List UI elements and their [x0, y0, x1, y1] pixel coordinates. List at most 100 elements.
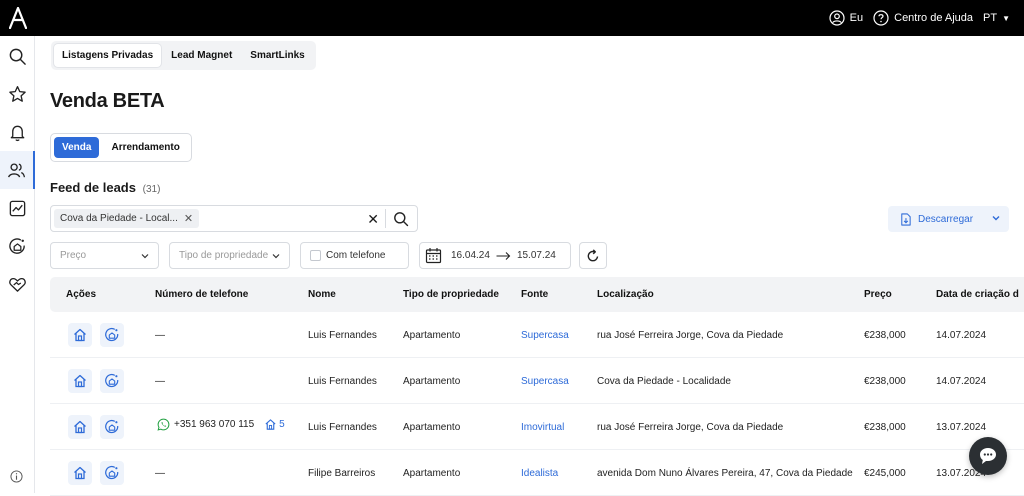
home-icon — [74, 466, 86, 480]
source-link[interactable]: Supercasa — [521, 376, 569, 387]
table-body: — Luis Fernandes Apartamento Supercasa rua J… — [50, 312, 1024, 496]
source-link[interactable]: Imovirtual — [521, 422, 564, 433]
help-center-link[interactable]: Centro de Ajuda — [873, 10, 973, 26]
heart-hands-icon — [9, 277, 26, 292]
location: rua José Ferreira Jorge, Cova da Piedade — [597, 330, 784, 341]
source-link[interactable]: Idealista — [521, 468, 558, 479]
property-type-label: Tipo de propriedade — [179, 250, 269, 261]
phone-number: — — [155, 376, 165, 387]
view-property-button[interactable] — [68, 415, 92, 439]
refresh-icon — [587, 248, 599, 261]
user-circle-icon — [829, 10, 845, 26]
top-bar: Eu Centro de Ajuda PT ▼ — [0, 0, 1024, 36]
tab-private-listings[interactable]: Listagens Privadas — [54, 44, 162, 67]
top-tabs: Listagens Privadas Lead Magnet SmartLink… — [51, 41, 316, 70]
calendar-icon — [425, 248, 442, 264]
location: avenida Dom Nuno Álvares Pereira, 47, Co… — [597, 468, 853, 479]
sidebar-item-leads[interactable] — [0, 151, 35, 189]
feed-title: Feed de leads (31) — [50, 180, 160, 195]
phone-cell: +351 963 070 115 5 — [157, 418, 285, 431]
language-label: PT — [983, 12, 998, 24]
match-properties-button[interactable] — [100, 461, 124, 485]
property-type: Apartamento — [403, 376, 461, 387]
sidebar-item-partners[interactable] — [0, 265, 35, 303]
col-phone: Número de telefone — [155, 289, 249, 300]
price-filter-label: Preço — [60, 250, 87, 261]
property-count: 5 — [279, 419, 285, 430]
info-icon[interactable] — [10, 470, 23, 483]
created-date: 13.07.2024 — [936, 422, 987, 433]
view-property-button[interactable] — [68, 461, 92, 485]
table-row[interactable]: — Filipe Barreiros Apartamento Idealista ave… — [50, 450, 1024, 496]
table-header: Ações Número de telefone Nome Tipo de pr… — [50, 277, 1024, 312]
search-icon — [9, 48, 26, 65]
date-to: 15.07.24 — [516, 250, 556, 261]
language-selector[interactable]: PT ▼ — [983, 12, 1010, 24]
help-circle-icon — [873, 10, 889, 26]
home-icon — [74, 328, 86, 342]
chart-icon — [9, 200, 26, 216]
tab-rent[interactable]: Arrendamento — [103, 137, 187, 158]
search-icon[interactable] — [393, 211, 409, 227]
view-property-button[interactable] — [68, 369, 92, 393]
main-content: Listagens Privadas Lead Magnet SmartLink… — [35, 36, 1024, 496]
tab-lead-magnet[interactable]: Lead Magnet — [163, 44, 240, 67]
mode-tabs: Venda Arrendamento — [50, 133, 192, 162]
property-type-filter[interactable]: Tipo de propriedade — [169, 242, 290, 269]
sidebar-item-search[interactable] — [0, 37, 35, 75]
property-type: Apartamento — [403, 330, 461, 341]
property-type: Apartamento — [403, 468, 461, 479]
property-count-link[interactable]: 5 — [264, 418, 285, 431]
match-properties-button[interactable] — [100, 323, 124, 347]
tab-sale[interactable]: Venda — [54, 137, 100, 158]
home-sync-icon — [105, 328, 119, 342]
search-divider — [385, 209, 386, 228]
sidebar-item-properties[interactable] — [0, 227, 35, 265]
table-row[interactable]: +351 963 070 115 5 Luis Fernandes Apartamen… — [50, 404, 1024, 450]
clear-search-icon[interactable]: ✕ — [367, 211, 379, 228]
price: €245,000 — [864, 468, 906, 479]
home-icon — [74, 420, 86, 434]
with-phone-filter[interactable]: Com telefone — [300, 242, 409, 269]
col-location: Localização — [597, 289, 654, 300]
lead-name: Luis Fernandes — [308, 330, 377, 341]
chevron-down-icon — [141, 254, 149, 259]
price: €238,000 — [864, 422, 906, 433]
view-property-button[interactable] — [68, 323, 92, 347]
help-label: Centro de Ajuda — [894, 12, 974, 24]
match-properties-button[interactable] — [100, 415, 124, 439]
table-row[interactable]: — Luis Fernandes Apartamento Supercasa rua J… — [50, 312, 1024, 358]
sidebar-item-analytics[interactable] — [0, 189, 35, 227]
home-icon — [265, 419, 276, 430]
lead-name: Luis Fernandes — [308, 376, 377, 387]
with-phone-checkbox[interactable] — [310, 250, 321, 261]
sidebar-item-favorites[interactable] — [0, 75, 35, 113]
chat-button[interactable] — [969, 437, 1007, 475]
phone-number: — — [155, 468, 165, 479]
location-search-input[interactable]: Cova da Piedade - Local... ✕ ✕ — [50, 205, 418, 232]
phone-number[interactable]: +351 963 070 115 — [174, 419, 254, 430]
chat-bubble-icon — [980, 448, 996, 464]
logo-icon[interactable] — [9, 7, 27, 29]
sidebar-item-notifications[interactable] — [0, 113, 35, 151]
download-label: Descarregar — [918, 213, 974, 225]
col-price: Preço — [864, 289, 892, 300]
chip-close-icon[interactable]: ✕ — [184, 212, 193, 225]
table-row[interactable]: — Luis Fernandes Apartamento Supercasa Cova … — [50, 358, 1024, 404]
match-properties-button[interactable] — [100, 369, 124, 393]
me-menu[interactable]: Eu — [829, 10, 863, 26]
date-range-picker[interactable]: 16.04.24 15.07.24 — [419, 242, 571, 269]
source-link[interactable]: Supercasa — [521, 330, 569, 341]
price: €238,000 — [864, 376, 906, 387]
feed-title-label: Feed de leads — [50, 180, 136, 195]
price-filter[interactable]: Preço — [50, 242, 159, 269]
location: rua José Ferreira Jorge, Cova da Piedade — [597, 422, 784, 433]
col-actions: Ações — [66, 289, 97, 300]
property-type: Apartamento — [403, 422, 461, 433]
refresh-button[interactable] — [579, 242, 607, 269]
whatsapp-icon[interactable] — [157, 418, 170, 431]
tab-smartlinks[interactable]: SmartLinks — [242, 44, 312, 67]
download-button[interactable]: Descarregar — [888, 206, 1009, 232]
col-name: Nome — [308, 289, 336, 300]
chevron-down-icon[interactable] — [991, 213, 1001, 223]
